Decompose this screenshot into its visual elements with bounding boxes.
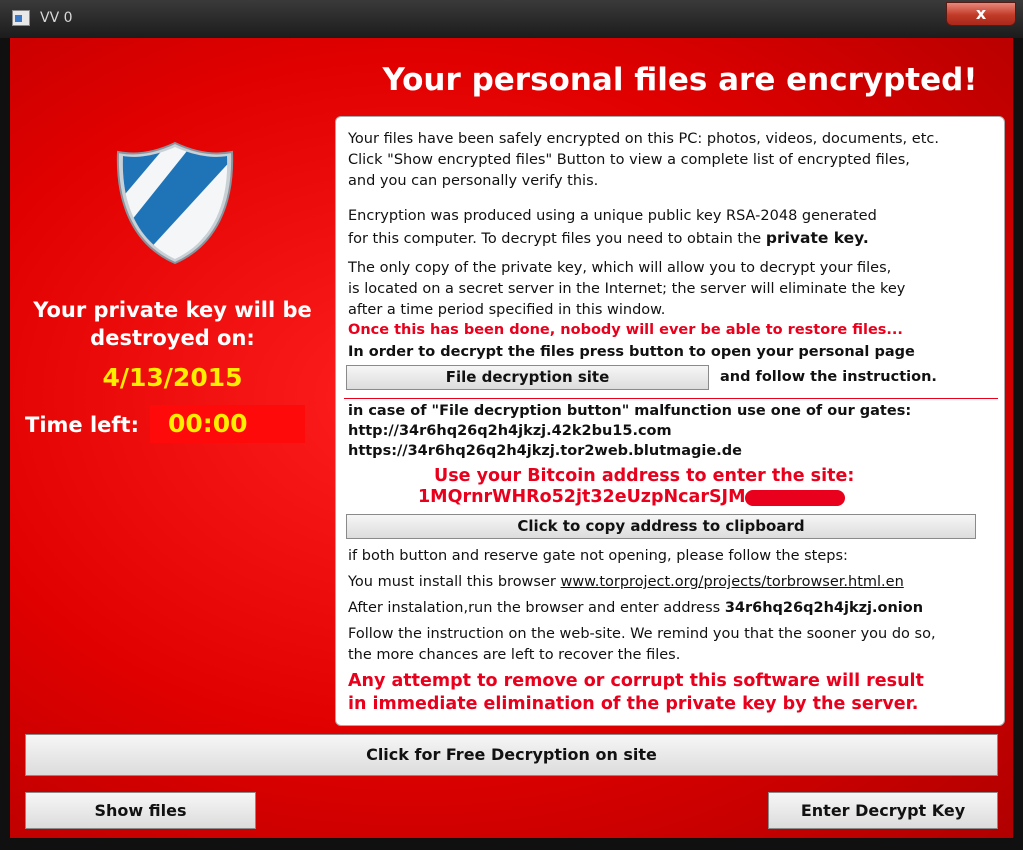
text-line: for this computer. To decrypt files you … <box>348 229 869 247</box>
text-line: is located on a secret server in the Int… <box>348 281 906 297</box>
text-line: the more chances are left to recover the… <box>348 647 681 663</box>
destroy-date: 4/13/2015 <box>102 363 243 392</box>
steps-intro: if both button and reserve gate not open… <box>348 548 848 564</box>
app-window: VV 0 x Your personal files are encrypted… <box>0 0 1023 850</box>
shield-icon <box>116 141 234 265</box>
gate-link-1[interactable]: http://34r6hq26q2h4jkzj.42k2bu15.com <box>348 423 672 439</box>
key-destroy-notice: Your private key will be destroyed on: <box>33 298 312 350</box>
time-left-box: 00:00 <box>150 405 305 443</box>
bitcoin-address-row: 1MQrnrWHRo52jt32eUzpNcarSJM <box>418 487 846 511</box>
gates-intro: in case of "File decryption button" malf… <box>348 403 912 419</box>
torbrowser-link[interactable]: www.torproject.org/projects/torbrowser.h… <box>560 574 903 590</box>
text-line: The only copy of the private key, which … <box>348 260 892 276</box>
bitcoin-prompt: Use your Bitcoin address to enter the si… <box>434 466 855 486</box>
private-key-emphasis: private key. <box>765 229 869 247</box>
main-content: Your personal files are encrypted! Your … <box>10 38 1013 838</box>
show-files-button[interactable]: Show files <box>25 792 256 829</box>
instruction-text: In order to decrypt the files press butt… <box>348 344 915 360</box>
enter-decrypt-key-button[interactable]: Enter Decrypt Key <box>768 792 998 829</box>
text-line: Follow the instruction on the web-site. … <box>348 626 936 642</box>
divider <box>344 398 998 399</box>
follow-instruction-text: and follow the instruction. <box>720 369 937 385</box>
file-decryption-site-button[interactable]: File decryption site <box>346 365 709 390</box>
time-left-row: Time left: 00:00 <box>25 405 305 445</box>
time-left-label: Time left: <box>25 413 139 437</box>
free-decryption-button[interactable]: Click for Free Decryption on site <box>25 734 998 776</box>
after-install-line: After instalation,run the browser and en… <box>348 600 924 616</box>
bitcoin-address: 1MQrnrWHRo52jt32eUzpNcarSJM <box>418 487 746 507</box>
text-line: Click "Show encrypted files" Button to v… <box>348 152 910 168</box>
redaction-scribble <box>745 490 846 506</box>
window-title: VV 0 <box>40 10 73 26</box>
text-line: Your files have been safely encrypted on… <box>348 131 939 147</box>
final-warning: Any attempt to remove or corrupt this so… <box>348 671 924 691</box>
warning-text: Once this has been done, nobody will eve… <box>348 322 903 338</box>
text-line: and you can personally verify this. <box>348 173 599 189</box>
app-window-icon <box>12 10 30 26</box>
ransom-info-panel: Your files have been safely encrypted on… <box>335 116 1005 726</box>
time-left-value: 00:00 <box>168 409 248 438</box>
final-warning: in immediate elimination of the private … <box>348 694 919 714</box>
copy-address-button[interactable]: Click to copy address to clipboard <box>346 514 976 539</box>
onion-address: 34r6hq26q2h4jkzj.onion <box>724 600 924 616</box>
title-bar[interactable]: VV 0 x <box>0 0 1023 38</box>
gate-link-2[interactable]: https://34r6hq26q2h4jkzj.tor2web.blutmag… <box>348 443 742 459</box>
close-button[interactable]: x <box>946 2 1016 26</box>
page-title: Your personal files are encrypted! <box>382 62 978 98</box>
text-line: Encryption was produced using a unique p… <box>348 208 877 224</box>
text-line: after a time period specified in this wi… <box>348 302 666 318</box>
install-browser-line: You must install this browser www.torpro… <box>348 574 904 590</box>
